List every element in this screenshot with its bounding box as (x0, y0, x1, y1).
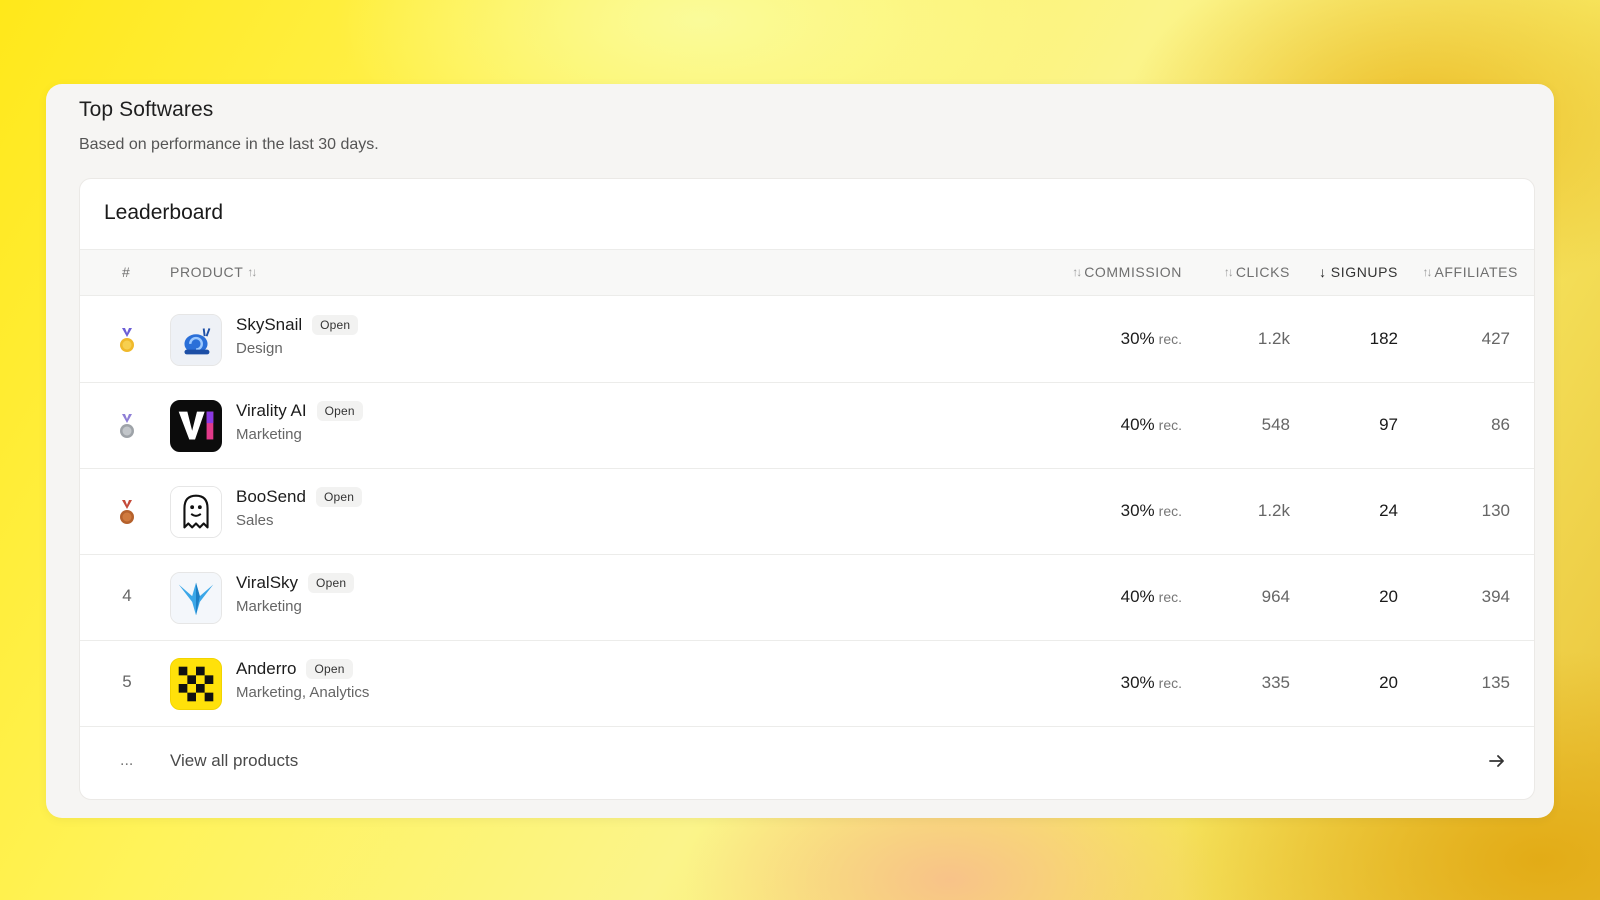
column-header-commission[interactable]: ↑↓ COMMISSION (1072, 264, 1182, 280)
column-header-rank-label: # (122, 264, 131, 280)
commission-value: 30% rec. (1121, 673, 1182, 693)
snail-logo-icon (171, 315, 221, 365)
affiliates-value: 86 (1491, 415, 1510, 434)
commission-value: 40% rec. (1121, 587, 1182, 607)
ellipsis: ... (120, 752, 134, 769)
commission-percent: 30% (1120, 501, 1155, 520)
clicks-value: 1.2k (1257, 329, 1290, 348)
clicks-value: 548 (1261, 415, 1290, 434)
column-header-clicks-label: CLICKS (1235, 264, 1290, 280)
product-name[interactable]: Anderro (236, 659, 296, 679)
table-row[interactable]: SkySnail Open Design 30% rec. 1.2k 182 42… (80, 297, 1534, 383)
rocket-v-logo-icon (171, 573, 221, 623)
commission-type: rec. (1158, 675, 1182, 691)
commission-value: 30% rec. (1121, 329, 1182, 349)
signups-value: 20 (1379, 587, 1398, 606)
product-logo[interactable] (170, 400, 222, 452)
product-name-line: BooSend Open (236, 487, 363, 507)
commission-type: rec. (1158, 417, 1182, 433)
affiliates-value: 135 (1481, 673, 1510, 692)
status-badge: Open (315, 487, 363, 507)
sort-icon: ↑↓ (1223, 265, 1234, 279)
product-name-line: SkySnail Open (236, 315, 359, 335)
table-row[interactable]: Virality AI Open Marketing 40% rec. 548 9… (80, 383, 1534, 469)
leaderboard-panel: Leaderboard # PRODUCT ↑↓ ↑↓ COMMISSION ↑… (79, 178, 1535, 800)
column-header-product[interactable]: PRODUCT ↑↓ (170, 264, 257, 280)
gold-medal-icon (118, 328, 136, 354)
product-logo[interactable] (170, 658, 222, 710)
product-name[interactable]: ViralSky (236, 573, 298, 593)
product-category: Design (236, 340, 283, 357)
product-name[interactable]: SkySnail (236, 315, 302, 335)
product-logo[interactable] (170, 486, 222, 538)
checker-logo-icon (171, 659, 221, 709)
status-badge: Open (312, 315, 359, 335)
column-header-commission-label: COMMISSION (1084, 264, 1182, 280)
commission-percent: 30% (1120, 673, 1155, 692)
table-row[interactable]: BooSend Open Sales 30% rec. 1.2k 24 130 (80, 469, 1534, 555)
sort-icon: ↑↓ (1422, 265, 1432, 279)
commission-percent: 30% (1120, 329, 1155, 348)
product-logo[interactable] (170, 314, 222, 366)
signups-value: 24 (1379, 501, 1398, 520)
clicks-value: 964 (1261, 587, 1290, 606)
status-badge: Open (316, 401, 363, 421)
product-name-line: ViralSky Open (236, 573, 355, 593)
status-badge: Open (308, 573, 355, 593)
section-title: Top Softwares (79, 98, 214, 121)
product-name[interactable]: BooSend (236, 487, 306, 507)
sort-descending-icon: ↓ (1319, 264, 1327, 280)
column-header-signups-label: SIGNUPS (1330, 264, 1398, 280)
product-category: Marketing (236, 426, 302, 443)
sort-icon: ↑↓ (247, 265, 257, 279)
column-header-rank: # (122, 264, 130, 280)
column-header-signups[interactable]: ↓ SIGNUPS (1319, 264, 1398, 280)
view-all-products-link[interactable]: View all products (170, 751, 298, 771)
top-softwares-card: Top Softwares Based on performance in th… (46, 84, 1554, 818)
table-row[interactable]: 5 Anderro Open Marketing, Analytics 30% r… (80, 641, 1534, 727)
affiliates-value: 394 (1481, 587, 1510, 606)
column-header-affiliates-label: AFFILIATES (1434, 264, 1518, 280)
section-subtitle: Based on performance in the last 30 days… (79, 136, 379, 153)
leaderboard-title: Leaderboard (104, 201, 224, 224)
product-category: Marketing (236, 598, 302, 615)
commission-percent: 40% (1120, 587, 1155, 606)
column-header-product-label: PRODUCT (170, 264, 244, 280)
signups-value: 182 (1369, 329, 1398, 348)
affiliates-value: 130 (1481, 501, 1510, 520)
commission-percent: 40% (1120, 415, 1155, 434)
table-header: # PRODUCT ↑↓ ↑↓ COMMISSION ↑↓ CLICKS ↓ S… (80, 249, 1534, 296)
vi-logo-icon (171, 401, 221, 451)
commission-value: 40% rec. (1121, 415, 1182, 435)
product-name-line: Virality AI Open (236, 401, 363, 421)
commission-type: rec. (1158, 503, 1182, 519)
signups-value: 20 (1379, 673, 1398, 692)
signups-value: 97 (1379, 415, 1398, 434)
column-header-clicks[interactable]: ↑↓ CLICKS (1224, 264, 1290, 280)
product-category: Marketing, Analytics (236, 684, 370, 701)
status-badge: Open (306, 659, 353, 679)
sort-icon: ↑↓ (1072, 265, 1082, 279)
arrow-right-icon[interactable] (1486, 750, 1508, 772)
table-row[interactable]: 4 ViralSky Open Marketing 40% rec. 964 20… (80, 555, 1534, 641)
commission-type: rec. (1158, 589, 1182, 605)
ghost-logo-icon (171, 487, 221, 537)
product-logo[interactable] (170, 572, 222, 624)
rank-number: 5 (122, 672, 132, 691)
product-name[interactable]: Virality AI (236, 401, 307, 421)
rank-number: 4 (122, 586, 132, 605)
column-header-affiliates[interactable]: ↑↓ AFFILIATES (1422, 264, 1518, 280)
product-category: Sales (236, 512, 274, 529)
commission-type: rec. (1158, 331, 1182, 347)
view-all-row[interactable]: ... View all products (80, 728, 1534, 799)
affiliates-value: 427 (1481, 329, 1510, 348)
clicks-value: 1.2k (1257, 501, 1290, 520)
silver-medal-icon (118, 414, 136, 440)
clicks-value: 335 (1261, 673, 1290, 692)
bronze-medal-icon (118, 500, 136, 526)
product-name-line: Anderro Open (236, 659, 353, 679)
commission-value: 30% rec. (1121, 501, 1182, 521)
